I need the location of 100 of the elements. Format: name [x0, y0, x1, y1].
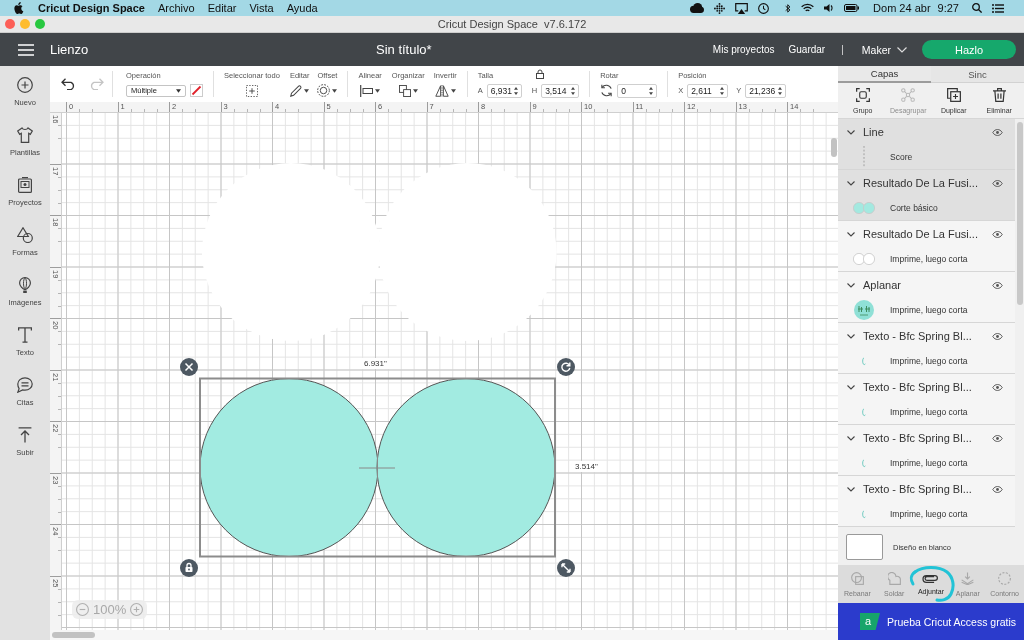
promo-text[interactable]: Prueba Cricut Access gratis [887, 615, 1016, 628]
layer-item[interactable]: Resultado De La Fusi... Corte básico [838, 170, 1015, 221]
scrollbar-thumb[interactable] [1016, 122, 1023, 305]
width-dimension-label: 6.931" [362, 358, 389, 369]
select-all-icon[interactable] [245, 84, 258, 97]
machine-selector[interactable]: Maker [861, 43, 891, 56]
trash-icon [992, 87, 1006, 102]
resize-icon[interactable] [557, 559, 575, 577]
search-icon[interactable] [972, 3, 982, 13]
eye-icon[interactable] [992, 179, 1003, 187]
apple-icon[interactable] [14, 2, 24, 14]
layer-name: Texto - Bfc Spring Bl... [863, 330, 973, 342]
layer-operation: Imprime, luego corta [890, 254, 968, 264]
caret-icon[interactable] [332, 88, 338, 93]
flip-icon[interactable] [434, 84, 449, 97]
header-link[interactable]: Mis proyectos [712, 44, 775, 55]
chevron-down-icon[interactable] [847, 486, 855, 492]
battery-icon[interactable] [844, 4, 860, 12]
chevron-down-icon[interactable] [847, 435, 855, 441]
layer-item[interactable]: Texto - Bfc Spring Bl... Imprime, luego corta [838, 476, 1015, 527]
layer-operation: Score [890, 152, 913, 162]
caret-icon[interactable] [304, 88, 310, 93]
eye-icon[interactable] [992, 383, 1003, 391]
photo-book-icon [18, 177, 32, 193]
stepper-icon[interactable] [513, 86, 518, 95]
layer-item[interactable]: Line Score [838, 119, 1015, 170]
glyph-icon [862, 458, 866, 468]
time-text[interactable]: 9:27 [937, 2, 959, 14]
eye-icon[interactable] [992, 485, 1003, 493]
layer-name: Texto - Bfc Spring Bl... [863, 432, 973, 444]
layer-name: Texto - Bfc Spring Bl... [863, 483, 973, 495]
separator-text: | [841, 44, 844, 55]
airplay-icon[interactable] [735, 2, 749, 14]
caret-icon[interactable] [176, 88, 181, 93]
date-text[interactable]: Dom 24 abr [873, 2, 931, 14]
caret-icon[interactable] [412, 88, 418, 93]
layer-item[interactable]: Texto - Bfc Spring Bl... Imprime, luego corta [838, 425, 1015, 476]
height-field[interactable]: 3,514 [541, 83, 580, 98]
layer-name: Resultado De La Fusi... [863, 177, 979, 189]
speaker-icon[interactable] [824, 3, 835, 13]
eye-icon[interactable] [992, 128, 1003, 136]
scrollbar-thumb[interactable] [52, 632, 95, 638]
color-swatch-icon[interactable] [190, 84, 203, 97]
clock-icon[interactable] [758, 2, 770, 14]
bluetooth-icon[interactable] [785, 2, 792, 14]
stepper-icon[interactable] [571, 86, 576, 95]
rotation-field[interactable]: 0 [617, 83, 658, 98]
scrollbar-thumb[interactable] [831, 138, 837, 157]
chevron-down-icon[interactable] [847, 129, 855, 135]
selection-frame[interactable] [199, 377, 556, 558]
menu-item[interactable]: Vista [249, 2, 274, 14]
menu-item[interactable]: Editar [207, 2, 237, 14]
image-thumbnail [854, 300, 874, 320]
caret-icon[interactable] [375, 88, 381, 93]
undo-icon[interactable] [61, 78, 76, 90]
ungroup-icon [901, 87, 916, 102]
blank-canvas-swatch[interactable] [846, 534, 883, 560]
chevron-down-icon[interactable] [847, 282, 855, 288]
eye-icon[interactable] [992, 332, 1003, 340]
chevron-down-icon[interactable] [847, 384, 855, 390]
app-menu[interactable]: Cricut Design Space [38, 2, 145, 14]
layer-item[interactable]: Aplanar Imprime, luego corta [838, 272, 1015, 323]
wifi-icon[interactable] [801, 3, 815, 13]
rotate-icon[interactable] [557, 358, 575, 376]
stepper-icon[interactable] [778, 86, 783, 95]
width-field[interactable]: 6,931 [486, 83, 522, 98]
chevron-down-icon[interactable] [847, 231, 855, 237]
layer-item[interactable]: Texto - Bfc Spring Bl... Imprime, luego corta [838, 374, 1015, 425]
arrange-icon[interactable] [398, 84, 411, 97]
stepper-icon[interactable] [720, 86, 725, 95]
lock-icon[interactable] [536, 68, 545, 79]
offset-icon[interactable] [317, 84, 331, 97]
eye-icon[interactable] [992, 230, 1003, 238]
dots-cross-icon[interactable] [714, 2, 726, 14]
stepper-icon[interactable] [649, 86, 654, 95]
balloon-icon [19, 277, 31, 293]
layer-item[interactable]: Texto - Bfc Spring Bl... Imprime, luego corta [838, 323, 1015, 374]
close-icon[interactable] [180, 358, 198, 376]
eye-icon[interactable] [992, 281, 1003, 289]
plus-circle-icon [17, 77, 33, 93]
y-position-field[interactable]: 21,236 [745, 83, 787, 98]
caret-icon[interactable] [450, 88, 456, 93]
align-left-icon[interactable] [360, 84, 374, 97]
promo-banner[interactable]: a Prueba Cricut Access gratis [838, 603, 1024, 640]
lock-icon[interactable] [180, 559, 198, 577]
layer-item[interactable]: Resultado De La Fusi... Imprime, luego corta [838, 221, 1015, 272]
menu-item[interactable]: Ayuda [286, 2, 318, 14]
cloud-icon[interactable] [690, 3, 705, 13]
eye-icon[interactable] [992, 434, 1003, 442]
contour-icon [998, 571, 1012, 585]
pencil-icon[interactable] [290, 84, 303, 97]
list-icon[interactable] [992, 3, 1004, 13]
chevron-down-icon[interactable] [847, 180, 855, 186]
x-position-field[interactable]: 2,611 [687, 83, 729, 98]
header-link[interactable]: Guardar [788, 44, 826, 55]
menu-icon[interactable] [18, 43, 34, 56]
layer-operation: Imprime, luego corta [890, 356, 968, 366]
chevron-down-icon[interactable] [847, 333, 855, 339]
rotate-icon[interactable] [600, 84, 614, 97]
menu-item[interactable]: Archivo [158, 2, 195, 14]
